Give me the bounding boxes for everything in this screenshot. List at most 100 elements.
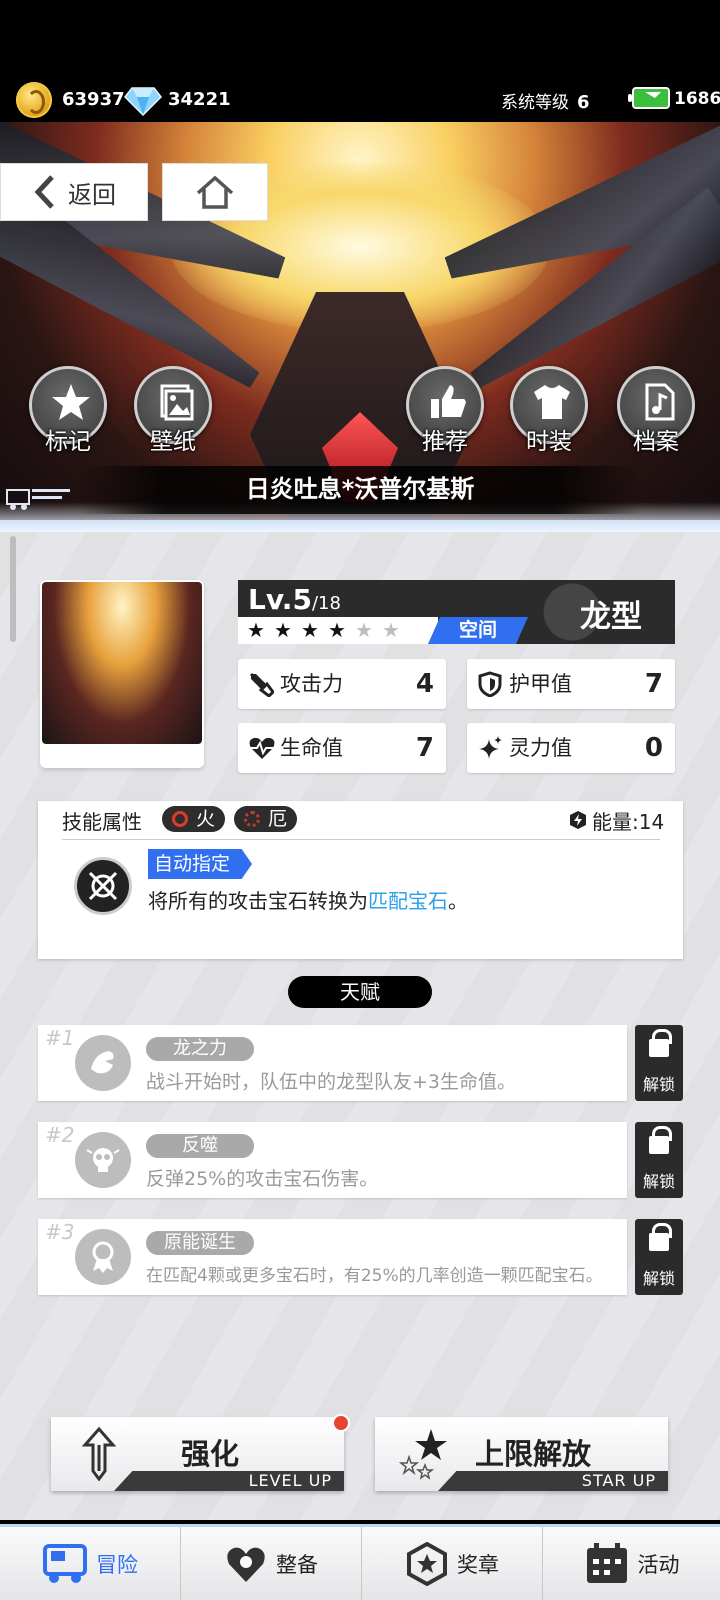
star-filled-icon: ★ (274, 618, 292, 642)
level-up-label: 强化 (181, 1437, 240, 1471)
tab-events-label: 活动 (637, 1552, 680, 1577)
back-label: 返回 (68, 180, 116, 209)
unlock-button[interactable]: 解锁 (635, 1122, 683, 1198)
lock-icon (649, 1029, 672, 1057)
armor-value: 7 (644, 669, 663, 699)
diamond-amount: 34221 (168, 89, 231, 110)
tab-equipment[interactable]: 整备 (181, 1527, 362, 1600)
vehicle-icon (43, 1543, 87, 1583)
spirit-label: 灵力值 (509, 736, 572, 760)
mark-label: 标记 (45, 429, 91, 455)
skill-icon (74, 857, 132, 915)
armor-label: 护甲值 (509, 672, 572, 696)
matching-gem-link[interactable]: 匹配宝石 (368, 889, 448, 913)
hp-stat: 生命值 7 (238, 723, 446, 773)
curse-tag: 厄 (234, 806, 298, 832)
thumbs-up-icon (431, 385, 466, 418)
star-filled-icon: ★ (328, 618, 346, 642)
talent-header: 天赋 (288, 976, 432, 1008)
lock-icon (649, 1223, 672, 1251)
target-icon (88, 871, 118, 901)
level-text: Lv.5/18 (248, 583, 341, 616)
medal-icon (407, 1541, 447, 1586)
scrollbar[interactable] (10, 536, 16, 642)
heart-gear-icon (227, 1547, 265, 1582)
image-icon (160, 384, 194, 421)
talent-number: #3 (45, 1220, 75, 1244)
ribbon-icon (75, 1229, 131, 1285)
star-empty-icon: ★ (355, 618, 373, 642)
home-button[interactable] (162, 163, 268, 221)
unlock-button[interactable]: 解锁 (635, 1219, 683, 1295)
star-filled-icon: ★ (247, 618, 265, 642)
talent-description: 战斗开始时，队伍中的龙型队友+3生命值。 (146, 1071, 517, 1093)
heart-icon (249, 737, 275, 759)
attack-label: 攻击力 (280, 672, 343, 696)
notification-badge (332, 1414, 350, 1432)
music-file-icon (645, 383, 675, 421)
talent-name: 原能诞生 (146, 1231, 254, 1255)
fire-tag: 火 (162, 806, 226, 832)
star-up-label: 上限解放 (475, 1437, 592, 1471)
hud-decoration-icon (6, 489, 70, 510)
dragon-icon (75, 1035, 131, 1091)
skull-icon (75, 1132, 131, 1188)
hp-value: 7 (415, 733, 434, 763)
energy-amount: 1686 (674, 89, 720, 109)
tab-adventure-label: 冒险 (96, 1552, 138, 1577)
armor-stat: 护甲值 7 (467, 659, 675, 709)
level-up-button[interactable]: 强化 LEVEL UP (51, 1417, 344, 1491)
talent-description: 反弹25%的攻击宝石伤害。 (146, 1168, 379, 1190)
star-icon (52, 384, 90, 420)
battery-icon (628, 87, 670, 109)
diamond-icon (124, 87, 162, 116)
spirit-stat: 灵力值 0 (467, 723, 675, 773)
attack-stat: 攻击力 4 (238, 659, 446, 709)
hp-label: 生命值 (280, 736, 343, 760)
star-empty-icon: ★ (382, 618, 400, 642)
costume-label: 时装 (526, 429, 572, 455)
character-portrait[interactable] (40, 580, 204, 768)
energy-icon (570, 811, 586, 829)
spirit-value: 0 (644, 733, 663, 763)
talent-description: 在匹配4颗或更多宝石时，有25%的几率创造一颗匹配宝石。 (146, 1266, 603, 1286)
star-up-button[interactable]: 上限解放 STAR UP (375, 1417, 668, 1491)
lock-icon (649, 1126, 672, 1154)
talent-name: 反噬 (146, 1134, 254, 1158)
divider (62, 839, 660, 840)
skill-name: 自动指定 (148, 849, 253, 879)
talent-number: #2 (45, 1123, 75, 1147)
skill-description: 将所有的攻击宝石转换为匹配宝石。 (148, 889, 468, 913)
tab-medals-label: 奖章 (457, 1552, 499, 1577)
upgrade-sword-icon (81, 1427, 117, 1481)
chevron-left-icon (34, 175, 54, 209)
unlock-button[interactable]: 解锁 (635, 1025, 683, 1101)
attack-value: 4 (415, 669, 434, 699)
tab-adventure[interactable]: 冒险 (0, 1527, 181, 1600)
character-name: 日炎吐息*沃普尔基斯 (80, 466, 640, 514)
back-button[interactable]: 返回 (0, 163, 148, 221)
stars-icon (398, 1429, 447, 1480)
sparkle-icon (479, 736, 502, 759)
element-badge: 空间 (428, 617, 528, 644)
wallpaper-label: 壁纸 (150, 429, 196, 455)
tab-medals[interactable]: 奖章 (362, 1527, 543, 1600)
skill-header: 技能属性 (62, 810, 142, 834)
hud-divider (0, 520, 720, 532)
system-level: 系统等级 6 (501, 92, 590, 113)
sword-icon (249, 672, 274, 697)
calendar-icon (586, 1542, 627, 1583)
recommend-label: 推荐 (422, 429, 468, 455)
gold-coin-icon (16, 82, 52, 118)
talent-number: #1 (45, 1026, 75, 1050)
creature-type: 龙型 (580, 599, 642, 635)
gold-amount: 63937 (62, 89, 125, 110)
tab-equipment-label: 整备 (276, 1552, 318, 1577)
tab-events[interactable]: 活动 (543, 1527, 720, 1600)
star-up-sublabel: STAR UP (438, 1471, 668, 1491)
energy-cost: 能量:14 (592, 810, 665, 834)
home-icon (196, 175, 234, 209)
archive-label: 档案 (633, 429, 679, 455)
shield-icon (478, 671, 502, 697)
level-up-sublabel: LEVEL UP (114, 1471, 344, 1491)
